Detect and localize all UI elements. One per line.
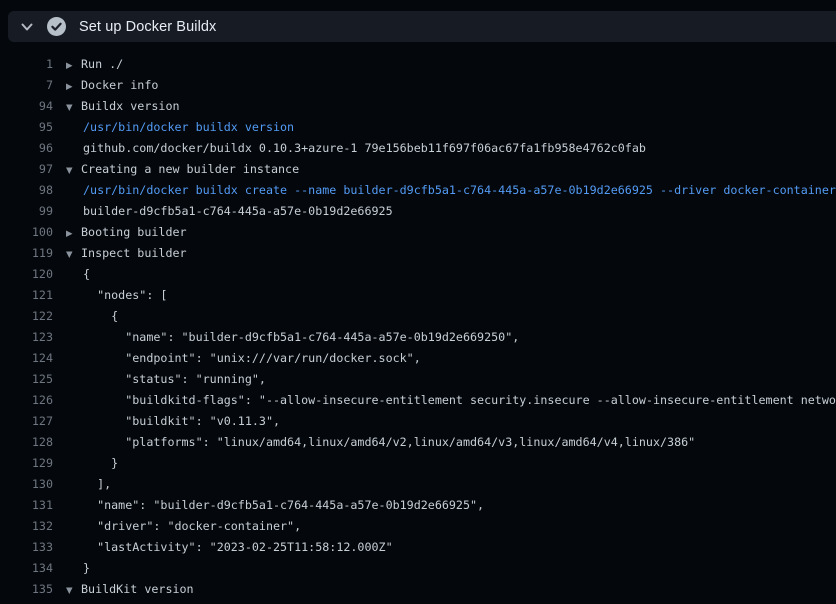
line-text: "lastActivity": "2023-02-25T11:58:12.000… xyxy=(83,540,393,554)
log-line: 99 builder-d9cfb5a1-c764-445a-a57e-0b19d… xyxy=(0,201,836,222)
triangle-down-icon[interactable]: ▼ xyxy=(66,98,81,118)
line-text: builder-d9cfb5a1-c764-445a-a57e-0b19d2e6… xyxy=(83,204,393,218)
line-text: } xyxy=(83,456,118,470)
line-number[interactable]: 131 xyxy=(0,495,53,516)
line-number[interactable]: 133 xyxy=(0,537,53,558)
line-number[interactable]: 121 xyxy=(0,285,53,306)
log-line: 122 { xyxy=(0,306,836,327)
line-text: { xyxy=(83,267,90,281)
log-line: 120 { xyxy=(0,264,836,285)
line-number[interactable]: 124 xyxy=(0,348,53,369)
line-text: "name": "builder-d9cfb5a1-c764-445a-a57e… xyxy=(83,330,519,344)
line-number[interactable]: 98 xyxy=(0,180,53,201)
line-text[interactable]: Run ./ xyxy=(81,57,123,71)
line-text: ], xyxy=(83,477,111,491)
log-line: 131 "name": "builder-d9cfb5a1-c764-445a-… xyxy=(0,495,836,516)
line-number[interactable]: 129 xyxy=(0,453,53,474)
log-line: 95 /usr/bin/docker buildx version xyxy=(0,117,836,138)
step-header[interactable]: Set up Docker Buildx xyxy=(8,11,836,42)
step-title: Set up Docker Buildx xyxy=(79,19,216,35)
triangle-right-icon[interactable]: ▶ xyxy=(66,56,81,76)
log-line: 123 "name": "builder-d9cfb5a1-c764-445a-… xyxy=(0,327,836,348)
log-line: 132 "driver": "docker-container", xyxy=(0,516,836,537)
log-line: 129 } xyxy=(0,453,836,474)
line-number[interactable]: 1 xyxy=(0,54,53,75)
line-number[interactable]: 119 xyxy=(0,243,53,264)
log-line: 7 ▶Docker info xyxy=(0,75,836,96)
log-line: 134 } xyxy=(0,558,836,579)
line-text: { xyxy=(83,309,118,323)
line-text: "buildkitd-flags": "--allow-insecure-ent… xyxy=(83,393,836,407)
log-lines: 1 ▶Run ./ 7 ▶Docker info 94 ▼Buildx vers… xyxy=(0,54,836,604)
log-line: 133 "lastActivity": "2023-02-25T11:58:12… xyxy=(0,537,836,558)
line-number[interactable]: 97 xyxy=(0,159,53,180)
line-number[interactable]: 123 xyxy=(0,327,53,348)
line-number[interactable]: 122 xyxy=(0,306,53,327)
line-text: "endpoint": "unix:///var/run/docker.sock… xyxy=(83,351,421,365)
log-line: 1 ▶Run ./ xyxy=(0,54,836,75)
line-number[interactable]: 134 xyxy=(0,558,53,579)
status-success-check-icon xyxy=(47,17,66,36)
triangle-right-icon[interactable]: ▶ xyxy=(66,224,81,244)
line-number[interactable]: 96 xyxy=(0,138,53,159)
log-line: 130 ], xyxy=(0,474,836,495)
line-number[interactable]: 127 xyxy=(0,411,53,432)
log-line: 125 "status": "running", xyxy=(0,369,836,390)
triangle-down-icon[interactable]: ▼ xyxy=(66,581,81,601)
triangle-down-icon[interactable]: ▼ xyxy=(66,161,81,181)
log-line: 98 /usr/bin/docker buildx create --name … xyxy=(0,180,836,201)
log-line: 127 "buildkit": "v0.11.3", xyxy=(0,411,836,432)
line-number[interactable]: 126 xyxy=(0,390,53,411)
line-text: "platforms": "linux/amd64,linux/amd64/v2… xyxy=(83,435,695,449)
line-text: } xyxy=(83,561,90,575)
line-number[interactable]: 135 xyxy=(0,579,53,600)
line-number[interactable]: 128 xyxy=(0,432,53,453)
chevron-down-icon[interactable] xyxy=(20,20,34,34)
line-text: github.com/docker/buildx 0.10.3+azure-1 … xyxy=(83,141,646,155)
line-number[interactable]: 120 xyxy=(0,264,53,285)
line-text: "name": "builder-d9cfb5a1-c764-445a-a57e… xyxy=(83,498,484,512)
line-text: "buildkit": "v0.11.3", xyxy=(83,414,280,428)
line-number[interactable]: 99 xyxy=(0,201,53,222)
log-line: 121 "nodes": [ xyxy=(0,285,836,306)
log-line: 100 ▶Booting builder xyxy=(0,222,836,243)
line-number[interactable]: 125 xyxy=(0,369,53,390)
actions-log-viewer: Set up Docker Buildx 1 ▶Run ./ 7 ▶Docker… xyxy=(0,0,836,604)
triangle-right-icon[interactable]: ▶ xyxy=(66,77,81,97)
line-text[interactable]: Booting builder xyxy=(81,225,187,239)
line-text[interactable]: Creating a new builder instance xyxy=(81,162,299,176)
line-text[interactable]: Inspect builder xyxy=(81,246,187,260)
line-number[interactable]: 94 xyxy=(0,96,53,117)
log-line: 128 "platforms": "linux/amd64,linux/amd6… xyxy=(0,432,836,453)
line-text[interactable]: BuildKit version xyxy=(81,582,194,596)
line-number[interactable]: 95 xyxy=(0,117,53,138)
line-text[interactable]: Docker info xyxy=(81,78,158,92)
log-line: 119 ▼Inspect builder xyxy=(0,243,836,264)
log-line: 96 github.com/docker/buildx 0.10.3+azure… xyxy=(0,138,836,159)
line-text[interactable]: Buildx version xyxy=(81,99,180,113)
line-text: "status": "running", xyxy=(83,372,266,386)
line-number[interactable]: 132 xyxy=(0,516,53,537)
log-line: 135 ▼BuildKit version xyxy=(0,579,836,600)
log-line: 97 ▼Creating a new builder instance xyxy=(0,159,836,180)
line-number[interactable]: 100 xyxy=(0,222,53,243)
log-line: 124 "endpoint": "unix:///var/run/docker.… xyxy=(0,348,836,369)
line-number[interactable]: 7 xyxy=(0,75,53,96)
line-number[interactable]: 130 xyxy=(0,474,53,495)
log-line: 94 ▼Buildx version xyxy=(0,96,836,117)
line-text: "driver": "docker-container", xyxy=(83,519,301,533)
line-number[interactable]: 136 xyxy=(0,600,53,604)
triangle-down-icon[interactable]: ▼ xyxy=(66,245,81,265)
line-text: /usr/bin/docker buildx create --name bui… xyxy=(83,183,836,197)
log-line: 126 "buildkitd-flags": "--allow-insecure… xyxy=(0,390,836,411)
log-line: 136 builder-d9cfb5a1-c764-445a-a57e-0b19… xyxy=(0,600,836,604)
line-text: /usr/bin/docker buildx version xyxy=(83,120,294,134)
line-text: "nodes": [ xyxy=(83,288,167,302)
